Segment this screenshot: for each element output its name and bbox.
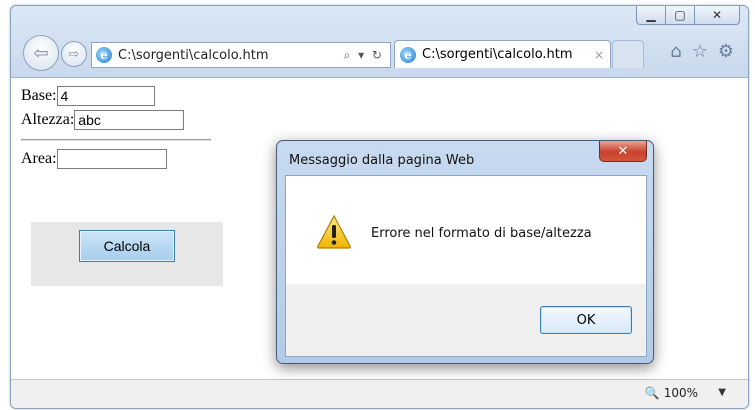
ie-page-icon: e [96, 47, 112, 63]
area-label: Area: [21, 150, 57, 167]
star-icon[interactable]: ☆ [692, 41, 708, 62]
arrow-left-icon: ⇦ [33, 42, 49, 64]
zoom-icon: 🔍 [644, 386, 660, 400]
window-controls: ▁ ▢ ✕ [636, 6, 740, 25]
base-input[interactable] [56, 86, 155, 106]
divider [21, 139, 211, 141]
altezza-row: Altezza: [21, 108, 211, 132]
warning-icon [317, 214, 351, 249]
minimize-button[interactable]: ▁ [636, 6, 666, 25]
message-dialog: Messaggio dalla pagina Web ✕ Errore nel … [276, 140, 654, 364]
arrow-right-icon: ⇨ [68, 46, 80, 62]
forward-button[interactable]: ⇨ [61, 41, 87, 67]
dialog-title: Messaggio dalla pagina Web [289, 153, 475, 168]
zoom-control[interactable]: 🔍 100% [645, 386, 698, 400]
ie-tab-icon: e [400, 46, 416, 63]
address-tools[interactable]: ⌕ ▾ ↻ [344, 48, 384, 63]
base-row: Base: [21, 84, 211, 108]
zoom-dropdown-icon[interactable]: ▼ [718, 387, 726, 398]
browser-tools: ⌂ ☆ ⚙ [670, 41, 734, 62]
dialog-close-button[interactable]: ✕ [599, 141, 647, 162]
dialog-body: Errore nel formato di base/altezza OK [285, 175, 647, 357]
area-row: Area: [21, 147, 211, 171]
home-icon[interactable]: ⌂ [670, 41, 681, 62]
maximize-button[interactable]: ▢ [666, 6, 695, 25]
calcola-button[interactable]: Calcola [79, 230, 175, 262]
zoom-level: 100% [663, 386, 698, 400]
address-url[interactable]: C:\sorgenti\calcolo.htm [118, 48, 344, 63]
ok-button[interactable]: OK [540, 306, 632, 334]
status-bar: 🔍 100% ▼ [11, 379, 748, 408]
back-button[interactable]: ⇦ [23, 35, 59, 71]
new-tab-button[interactable] [612, 40, 644, 68]
dialog-message: Errore nel formato di base/altezza [371, 226, 592, 241]
tab-title: C:\sorgenti\calcolo.htm [422, 47, 573, 62]
button-panel: Calcola [31, 222, 223, 286]
close-window-button[interactable]: ✕ [695, 6, 740, 25]
altezza-label: Altezza: [21, 111, 75, 128]
calc-form: Base: Altezza: Area: [21, 84, 211, 171]
address-bar[interactable]: e C:\sorgenti\calcolo.htm ⌕ ▾ ↻ [91, 42, 391, 68]
tab-close-icon[interactable]: × [594, 48, 604, 62]
gear-icon[interactable]: ⚙ [718, 41, 734, 62]
dialog-footer: OK [286, 284, 646, 356]
tab-calcolo[interactable]: e C:\sorgenti\calcolo.htm × [394, 40, 611, 68]
base-label: Base: [21, 87, 57, 104]
altezza-input[interactable] [74, 110, 185, 130]
area-input[interactable] [56, 149, 167, 169]
